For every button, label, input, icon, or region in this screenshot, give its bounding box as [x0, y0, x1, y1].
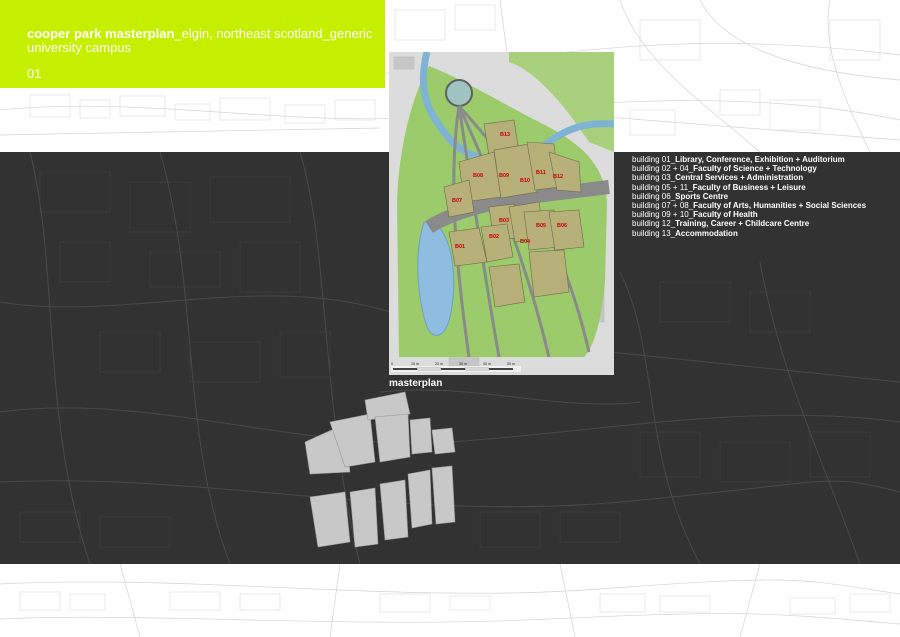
- title-rest: _elgin, northeast scotland_generic: [174, 26, 373, 41]
- label-b03: B03: [499, 218, 509, 224]
- legend-prefix: building 05 + 11_: [632, 182, 693, 192]
- legend-name: Faculty of Business + Leisure: [692, 182, 806, 192]
- legend-item: building 12_Training, Career + Childcare…: [632, 219, 866, 228]
- legend-name: Faculty of Arts, Humanities + Social Sci…: [693, 201, 867, 211]
- scale-30: 30 m: [459, 362, 467, 366]
- scale-0: 0: [391, 362, 393, 366]
- circular-plaza: [445, 79, 473, 107]
- title-bold: cooper park masterplan: [27, 26, 175, 41]
- building-legend: building 01_Library, Conference, Exhibit…: [632, 155, 866, 238]
- legend-item: building 02 + 04_Faculty of Science + Te…: [632, 164, 866, 173]
- masterplan-caption: masterplan: [389, 378, 443, 389]
- legend-item: building 07 + 08_Faculty of Arts, Humani…: [632, 201, 866, 210]
- legend-prefix: building 01_: [632, 155, 676, 164]
- label-b10: B10: [520, 178, 530, 184]
- label-b09: B09: [499, 173, 509, 179]
- legend-prefix: building 09 + 10_: [632, 210, 694, 220]
- legend-prefix: building 03_: [632, 173, 676, 183]
- legend-prefix: building 12_: [632, 219, 676, 229]
- label-b07: B07: [452, 198, 462, 204]
- masterplan-plan: B01 B02 B03 B04 B05 B06 B07 B08 B09 B10 …: [389, 52, 614, 375]
- title-block: cooper park masterplan_elgin, northeast …: [0, 0, 385, 88]
- label-b01: B01: [455, 244, 465, 250]
- title-line-2: university campus: [27, 40, 132, 55]
- legend-name: Central Services + Administration: [675, 173, 804, 183]
- background-street-map-bottom: [0, 564, 900, 637]
- legend-item: building 13_Accommodation: [632, 229, 866, 238]
- legend-item: building 09 + 10_Faculty of Health: [632, 210, 866, 219]
- label-b02: B02: [489, 234, 499, 240]
- label-b12: B12: [553, 174, 563, 180]
- legend-item: building 05 + 11_Faculty of Business + L…: [632, 183, 866, 192]
- legend-item: building 03_Central Services + Administr…: [632, 173, 866, 182]
- label-b06: B06: [557, 223, 567, 229]
- legend-name: Training, Career + Childcare Centre: [675, 219, 810, 229]
- legend-name: Library, Conference, Exhibition + Audito…: [675, 155, 845, 164]
- label-b05: B05: [536, 223, 546, 229]
- scale-50: 50 m: [507, 362, 515, 366]
- legend-item: building 06_Sports Centre: [632, 192, 866, 201]
- legend-name: Accommodation: [675, 228, 738, 238]
- legend-prefix: building 06_: [632, 191, 676, 201]
- town-centre-blocks: [304, 391, 456, 548]
- page-number: 01: [27, 66, 42, 81]
- scale-10: 10 m: [411, 362, 419, 366]
- scale-40: 40 m: [483, 362, 491, 366]
- label-b08: B08: [473, 173, 483, 179]
- label-b04: B04: [520, 239, 531, 245]
- legend-prefix: building 07 + 08_: [632, 201, 694, 211]
- scale-20: 20 m: [435, 362, 443, 366]
- legend-name: Faculty of Science + Technology: [693, 164, 817, 174]
- legend-name: Sports Centre: [675, 191, 729, 201]
- label-b13: B13: [500, 132, 510, 138]
- legend-prefix: building 13_: [632, 228, 676, 238]
- legend-name: Faculty of Health: [693, 210, 758, 220]
- legend-prefix: building 02 + 04_: [632, 164, 694, 174]
- page-title: cooper park masterplan_elgin, northeast …: [27, 26, 372, 41]
- label-b11: B11: [536, 170, 546, 176]
- legend-item: building 01_Library, Conference, Exhibit…: [632, 155, 866, 164]
